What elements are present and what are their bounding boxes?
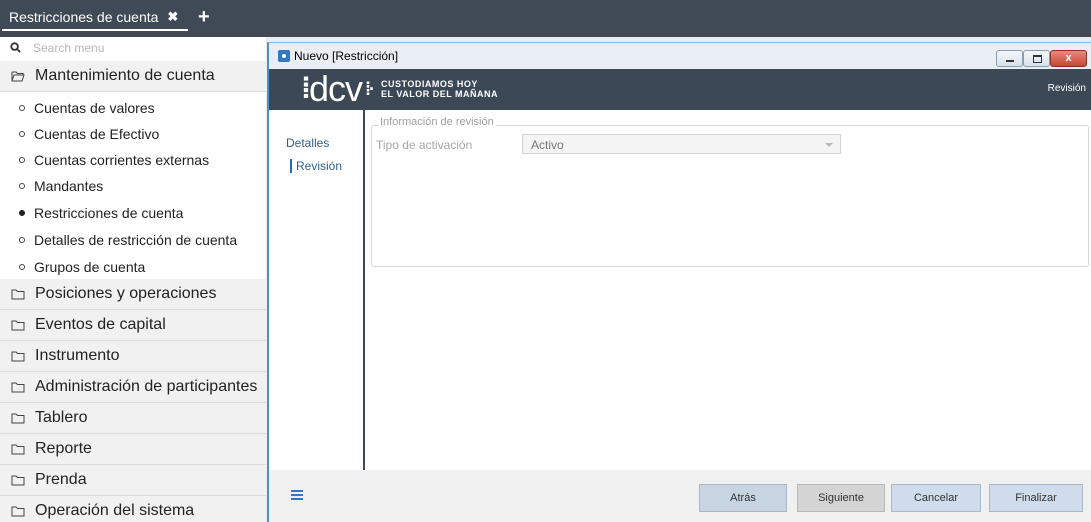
sidebar-item-label: Cuentas de Efectivo bbox=[34, 126, 160, 142]
section-label: Mantenimiento de cuenta bbox=[35, 67, 215, 84]
activation-type-select[interactable]: Activo bbox=[522, 134, 841, 154]
close-icon: x bbox=[1065, 52, 1072, 64]
section-label: Operación del sistema bbox=[35, 502, 195, 519]
add-tab-icon[interactable]: + bbox=[198, 6, 210, 28]
folder-icon bbox=[11, 475, 25, 485]
section-label: Prenda bbox=[35, 471, 87, 488]
sidebar-item-cuentas-de-valores[interactable]: Cuentas de valores bbox=[0, 95, 266, 121]
tagline-line2: EL VALOR DEL MAÑANA bbox=[381, 89, 499, 99]
section-label: Eventos de capital bbox=[35, 316, 166, 333]
cancel-button[interactable]: Cancelar bbox=[891, 484, 981, 512]
folder-icon bbox=[11, 320, 25, 330]
section-tablero[interactable]: Tablero bbox=[0, 403, 266, 434]
sidebar-item-label: Cuentas corrientes externas bbox=[34, 152, 210, 168]
window-titlebar[interactable]: Nuevo [Restricción] x bbox=[269, 43, 1091, 69]
sidebar-item-grupos-de-cuenta[interactable]: Grupos de cuenta bbox=[0, 254, 266, 280]
search-icon bbox=[10, 42, 21, 53]
sidebar-item-cuentas-corrientes-externas[interactable]: Cuentas corrientes externas bbox=[0, 147, 266, 173]
back-button[interactable]: Atrás bbox=[699, 484, 787, 512]
logo-tagline: CUSTODIAMOS HOY EL VALOR DEL MAÑANA bbox=[381, 79, 498, 99]
brand-banner: ⁞ dcv ⁞· CUSTODIAMOS HOY EL VALOR DEL MA… bbox=[269, 69, 1091, 110]
wizard-footer: Atrás Siguiente Cancelar Finalizar bbox=[269, 470, 1091, 522]
bullet-icon bbox=[19, 131, 25, 137]
section-operacion-del-sistema[interactable]: Operación del sistema bbox=[0, 496, 266, 522]
tagline-line1: CUSTODIAMOS HOY bbox=[381, 79, 478, 89]
section-eventos-de-capital[interactable]: Eventos de capital bbox=[0, 310, 266, 341]
maximize-button[interactable] bbox=[1023, 50, 1050, 67]
window-title: Nuevo [Restricción] bbox=[294, 49, 399, 63]
sidebar-menu: Search menu Mantenimiento de cuenta Cuen… bbox=[0, 37, 266, 522]
wizard-content bbox=[365, 110, 1091, 470]
fieldset-legend: Información de revisión bbox=[378, 116, 496, 128]
section-label: Administración de participantes bbox=[35, 378, 258, 395]
folder-icon bbox=[11, 413, 25, 423]
sidebar-item-label: Grupos de cuenta bbox=[34, 259, 146, 275]
section-instrumento[interactable]: Instrumento bbox=[0, 341, 266, 372]
folder-icon bbox=[11, 444, 25, 454]
menu-icon[interactable] bbox=[291, 490, 303, 500]
step-indicator: Revisión bbox=[1047, 83, 1086, 94]
dcv-logo: ⁞ dcv ⁞· CUSTODIAMOS HOY EL VALOR DEL MA… bbox=[301, 71, 498, 107]
folder-icon bbox=[11, 289, 25, 299]
logo-dots-icon: ⁞ bbox=[301, 72, 311, 105]
bullet-active-icon bbox=[19, 210, 25, 216]
logo-wordmark: dcv bbox=[309, 68, 363, 109]
bullet-icon bbox=[19, 264, 25, 270]
section-label: Instrumento bbox=[35, 347, 120, 364]
app-icon bbox=[278, 50, 290, 62]
close-tab-icon[interactable]: ✖ bbox=[167, 9, 178, 25]
chevron-down-icon bbox=[825, 143, 833, 147]
close-button[interactable]: x bbox=[1050, 50, 1087, 67]
section-posiciones-y-operaciones[interactable]: Posiciones y operaciones bbox=[0, 279, 266, 310]
section-label: Tablero bbox=[35, 409, 88, 426]
section-label: Reporte bbox=[35, 440, 92, 457]
logo-arrow-icon: ⁞· bbox=[365, 78, 375, 99]
folder-icon bbox=[11, 382, 25, 392]
section-prenda[interactable]: Prenda bbox=[0, 465, 266, 496]
sidebar-item-restricciones-de-cuenta[interactable]: Restricciones de cuenta bbox=[0, 200, 266, 226]
activation-type-label: Tipo de activación bbox=[376, 138, 473, 152]
search-input[interactable]: Search menu bbox=[33, 41, 104, 55]
section-mantenimiento-de-cuenta[interactable]: Mantenimiento de cuenta bbox=[0, 61, 266, 92]
nav-item-revision[interactable]: Revisión bbox=[290, 159, 356, 173]
wizard-nav: Detalles Revisión bbox=[269, 110, 365, 470]
tab-bar: Restricciones de cuenta ✖ + bbox=[0, 0, 1091, 37]
bullet-icon bbox=[19, 157, 25, 163]
folder-icon bbox=[11, 351, 25, 361]
next-button[interactable]: Siguiente bbox=[797, 484, 885, 512]
section-reporte[interactable]: Reporte bbox=[0, 434, 266, 465]
folder-icon bbox=[11, 506, 25, 516]
section-label: Posiciones y operaciones bbox=[35, 285, 217, 302]
bullet-icon bbox=[19, 105, 25, 111]
search-bar[interactable]: Search menu bbox=[0, 37, 266, 62]
minimize-button[interactable] bbox=[996, 50, 1023, 67]
folder-open-icon bbox=[11, 71, 25, 81]
sidebar-item-mandantes[interactable]: Mandantes bbox=[0, 173, 266, 199]
finish-button[interactable]: Finalizar bbox=[989, 484, 1083, 512]
bullet-icon bbox=[19, 183, 25, 189]
sidebar-item-label: Mandantes bbox=[34, 178, 104, 194]
section-administracion-de-participantes[interactable]: Administración de participantes bbox=[0, 372, 266, 403]
tab-restricciones[interactable]: Restricciones de cuenta ✖ bbox=[2, 5, 189, 31]
tab-label: Restricciones de cuenta bbox=[9, 9, 159, 25]
sidebar-item-cuentas-de-efectivo[interactable]: Cuentas de Efectivo bbox=[0, 121, 266, 147]
sidebar-item-label: Cuentas de valores bbox=[34, 100, 155, 116]
sidebar-item-label: Restricciones de cuenta bbox=[34, 205, 184, 221]
sidebar-item-detalles-de-restriccion[interactable]: Detalles de restricción de cuenta bbox=[0, 227, 266, 253]
sidebar-item-label: Detalles de restricción de cuenta bbox=[34, 232, 238, 248]
bullet-icon bbox=[19, 237, 25, 243]
select-value: Activo bbox=[531, 138, 564, 152]
